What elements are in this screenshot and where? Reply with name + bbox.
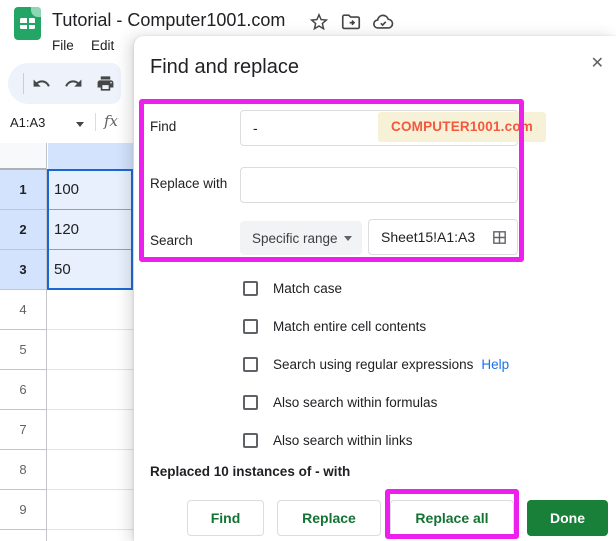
search-scope-value: Specific range	[252, 230, 338, 246]
search-links-checkbox[interactable]	[243, 432, 258, 448]
undo-icon[interactable]	[32, 74, 51, 93]
cloud-check-icon[interactable]	[372, 11, 394, 33]
star-icon[interactable]	[308, 11, 330, 33]
menu-edit[interactable]: Edit	[91, 38, 114, 53]
move-folder-icon[interactable]	[340, 11, 362, 33]
done-button[interactable]: Done	[527, 500, 608, 536]
find-replace-dialog: Find and replace ✕ Find COMPUTER1001.com…	[134, 36, 616, 541]
search-links-label: Also search within links	[273, 432, 413, 448]
grid-row-3: 3 50	[0, 250, 133, 290]
print-icon[interactable]	[96, 74, 115, 93]
grid-row-1: 1 100	[0, 170, 133, 210]
cell-a1[interactable]: 100	[47, 170, 133, 210]
sheets-app-window: Tutorial - Computer1001.com File Edit A1…	[0, 0, 616, 541]
range-input[interactable]: Sheet15!A1:A3	[368, 219, 518, 255]
sheets-logo-icon[interactable]	[14, 7, 41, 40]
column-a-header[interactable]	[48, 143, 133, 170]
grid-row-9: 9	[0, 490, 133, 530]
replace-input[interactable]	[240, 167, 518, 203]
match-case-checkbox[interactable]	[243, 280, 258, 296]
cell-a8[interactable]	[47, 450, 133, 490]
cell-a4[interactable]	[47, 290, 133, 330]
watermark-badge: COMPUTER1001.com	[378, 112, 546, 142]
entire-cell-label: Match entire cell contents	[273, 318, 427, 334]
row-header-4[interactable]: 4	[0, 290, 47, 330]
document-title[interactable]: Tutorial - Computer1001.com	[52, 10, 285, 31]
toolbar	[8, 63, 121, 104]
match-case-label: Match case	[273, 280, 343, 296]
row-header-1[interactable]: 1	[0, 170, 47, 210]
regex-checkbox[interactable]	[243, 356, 258, 372]
cell-a7[interactable]	[47, 410, 133, 450]
chevron-down-icon	[344, 235, 352, 241]
checkbox-row-match-case: Match case	[243, 279, 342, 297]
name-box-caret-icon[interactable]	[76, 122, 84, 127]
logo-fold	[31, 7, 41, 17]
grid-row-8: 8	[0, 450, 133, 490]
find-label: Find	[150, 119, 177, 134]
grid-row-4: 4	[0, 290, 133, 330]
toolbar-separator	[23, 73, 24, 94]
range-value: Sheet15!A1:A3	[381, 229, 476, 245]
fx-label: fx	[104, 112, 119, 130]
menu-file[interactable]: File	[52, 38, 74, 53]
entire-cell-checkbox[interactable]	[243, 318, 258, 334]
search-formulas-label: Also search within formulas	[273, 394, 438, 410]
grid-corner[interactable]	[0, 143, 47, 170]
row-header-9[interactable]: 9	[0, 490, 47, 530]
row-header-3[interactable]: 3	[0, 250, 47, 290]
dialog-title: Find and replace	[150, 56, 299, 78]
replace-all-button[interactable]: Replace all	[390, 500, 514, 536]
checkbox-row-formulas: Also search within formulas	[243, 393, 437, 411]
checkbox-row-links: Also search within links	[243, 431, 413, 449]
select-range-icon[interactable]	[491, 229, 508, 246]
formula-bar-separator	[95, 113, 96, 131]
grid-row-5: 5	[0, 330, 133, 370]
cell-a6[interactable]	[47, 370, 133, 410]
status-message: Replaced 10 instances of - with	[150, 464, 351, 479]
checkbox-row-entire-cell: Match entire cell contents	[243, 317, 426, 335]
replace-button[interactable]: Replace	[277, 500, 381, 536]
regex-label: Search using regular expressions	[273, 356, 474, 372]
close-icon[interactable]: ✕	[591, 56, 604, 72]
grid-row-7: 7	[0, 410, 133, 450]
row-header-7[interactable]: 7	[0, 410, 47, 450]
redo-icon[interactable]	[64, 74, 83, 93]
row-header-2[interactable]: 2	[0, 210, 47, 250]
cell-a5[interactable]	[47, 330, 133, 370]
checkbox-row-regex: Search using regular expressions Help	[243, 355, 509, 373]
cell-a2[interactable]: 120	[47, 210, 133, 250]
cell-a3[interactable]: 50	[47, 250, 133, 290]
grid-row-6: 6	[0, 370, 133, 410]
row-header-10-partial[interactable]	[0, 530, 47, 541]
cell-a9[interactable]	[47, 490, 133, 530]
row-header-6[interactable]: 6	[0, 370, 47, 410]
search-label: Search	[150, 233, 193, 248]
logo-grid	[20, 18, 35, 29]
grid-row-2: 2 120	[0, 210, 133, 250]
replace-with-label: Replace with	[150, 176, 228, 191]
search-scope-dropdown[interactable]: Specific range	[240, 221, 362, 255]
help-link[interactable]: Help	[481, 357, 509, 372]
find-button[interactable]: Find	[187, 500, 264, 536]
row-header-5[interactable]: 5	[0, 330, 47, 370]
search-formulas-checkbox[interactable]	[243, 394, 258, 410]
row-header-8[interactable]: 8	[0, 450, 47, 490]
name-box[interactable]: A1:A3	[10, 115, 45, 130]
